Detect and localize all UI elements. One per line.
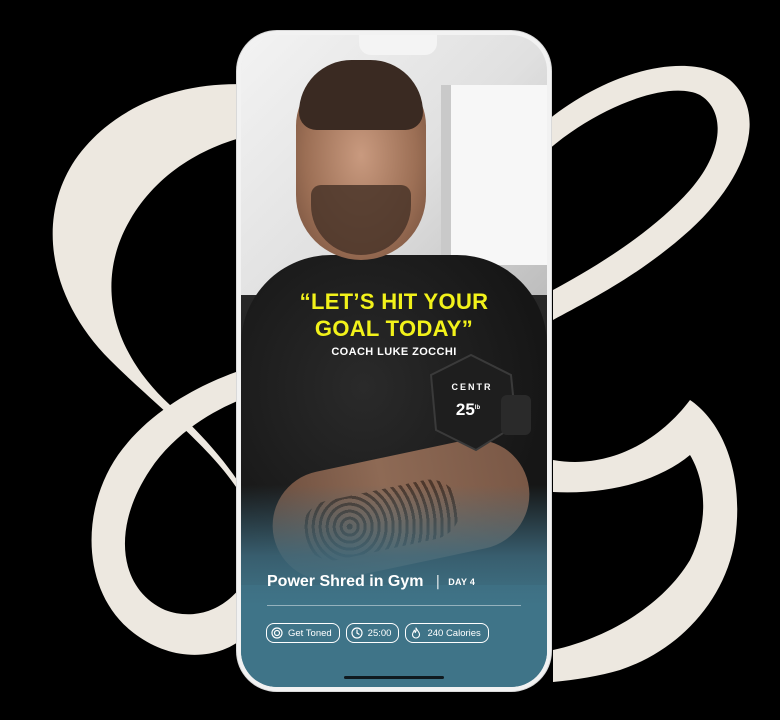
chip-duration-label: 25:00	[367, 627, 392, 639]
chip-goal[interactable]: Get Toned	[266, 623, 340, 643]
workout-header[interactable]: Power Shred in Gym | DAY 4	[267, 573, 527, 591]
home-indicator[interactable]	[344, 676, 444, 679]
quote-line-1: “LET’S HIT YOUR	[299, 289, 489, 314]
dumbbell-handle	[501, 395, 531, 435]
gym-window	[441, 85, 547, 265]
workout-divider	[267, 605, 521, 606]
chip-calories[interactable]: 240 Calories	[405, 623, 489, 643]
workout-day: DAY 4	[448, 577, 476, 587]
dumbbell-brand: CENTR	[452, 382, 493, 392]
chip-calories-label: 240 Calories	[427, 627, 481, 639]
quote-line-2: GOAL TODAY”	[314, 316, 474, 341]
swoosh-right-tail	[553, 400, 738, 682]
chip-duration[interactable]: 25:00	[345, 623, 400, 643]
promo-stage: CENTR 25lb “LET’S HIT YOUR GOAL TODAY” C…	[0, 0, 780, 720]
flame-icon	[412, 627, 421, 639]
chip-goal-label: Get Toned	[288, 627, 332, 639]
promo-quote: “LET’S HIT YOUR GOAL TODAY”	[241, 288, 547, 342]
workout-chips: Get Toned 25:00 240 Calories	[266, 623, 489, 643]
coach-name: COACH LUKE ZOCCHI	[331, 346, 457, 358]
workout-title: Power Shred in Gym	[267, 573, 424, 590]
clock-icon	[351, 627, 363, 639]
workout-separator: |	[435, 574, 441, 590]
target-icon	[271, 627, 283, 639]
phone-notch	[359, 35, 437, 55]
phone-screen: CENTR 25lb “LET’S HIT YOUR GOAL TODAY” C…	[241, 35, 547, 687]
swoosh-right-loop	[548, 65, 750, 320]
phone-frame: CENTR 25lb “LET’S HIT YOUR GOAL TODAY” C…	[237, 31, 551, 691]
